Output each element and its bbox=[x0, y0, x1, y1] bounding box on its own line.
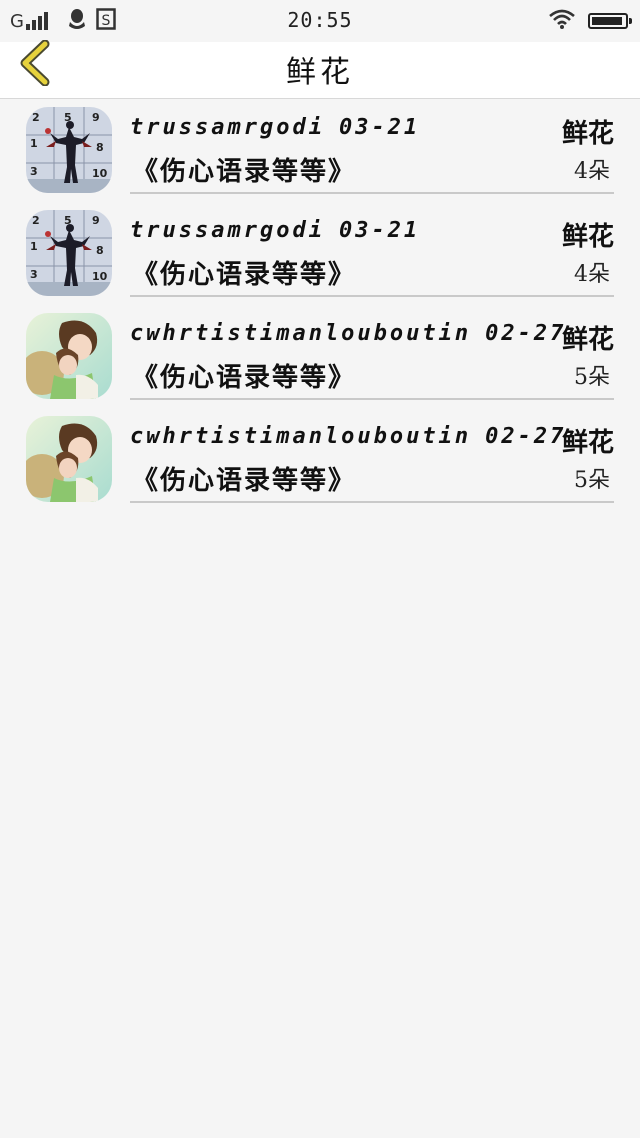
anime-couple-avatar[interactable] bbox=[26, 313, 112, 399]
page-title: 鲜花 bbox=[286, 55, 354, 90]
list-item[interactable]: 259 18 3 10 trussamrgodi 03-21 《伤心语录等等》 鲜花… bbox=[0, 99, 640, 202]
row-line-1: cwhrtistimanlouboutin 02-27 bbox=[130, 424, 566, 449]
basketball-player-avatar[interactable]: 259 18 3 10 bbox=[26, 107, 112, 193]
date-label: 02-27 bbox=[485, 321, 567, 346]
svg-text:10: 10 bbox=[92, 167, 108, 180]
wifi-icon bbox=[548, 8, 576, 34]
date-label: 03-21 bbox=[338, 115, 421, 140]
gift-name: 鲜花 bbox=[561, 428, 614, 458]
svg-text:2: 2 bbox=[32, 214, 40, 227]
gift-name: 鲜花 bbox=[561, 222, 614, 252]
gift-name: 鲜花 bbox=[561, 325, 614, 355]
gift-name: 鲜花 bbox=[561, 119, 614, 149]
row-content: trussamrgodi 03-21 《伤心语录等等》 鲜花 4朵 bbox=[130, 99, 614, 194]
basketball-player-avatar[interactable]: 259 18 3 10 bbox=[26, 210, 112, 296]
svg-text:1: 1 bbox=[30, 137, 38, 150]
list-item[interactable]: cwhrtistimanlouboutin 02-27 《伤心语录等等》 鲜花 5… bbox=[0, 408, 640, 511]
date-label: 03-21 bbox=[338, 218, 421, 243]
status-time: 20:55 bbox=[287, 8, 353, 32]
flower-list: 259 18 3 10 trussamrgodi 03-21 《伤心语录等等》 鲜花… bbox=[0, 99, 640, 511]
svg-text:2: 2 bbox=[32, 111, 40, 124]
row-line-1: trussamrgodi 03-21 bbox=[130, 218, 420, 243]
list-item[interactable]: cwhrtistimanlouboutin 02-27 《伤心语录等等》 鲜花 5… bbox=[0, 305, 640, 408]
svg-text:10: 10 bbox=[92, 270, 108, 283]
svg-text:3: 3 bbox=[30, 268, 38, 281]
svg-text:9: 9 bbox=[92, 111, 100, 124]
row-line-1: trussamrgodi 03-21 bbox=[130, 115, 420, 140]
gift-count: 4朵 bbox=[574, 159, 610, 184]
book-title[interactable]: 《伤心语录等等》 bbox=[132, 460, 356, 497]
book-title[interactable]: 《伤心语录等等》 bbox=[132, 357, 356, 394]
battery-icon bbox=[588, 13, 632, 29]
book-title[interactable]: 《伤心语录等等》 bbox=[132, 151, 356, 188]
gift-count: 5朵 bbox=[574, 468, 610, 493]
row-line-1: cwhrtistimanlouboutin 02-27 bbox=[130, 321, 566, 346]
svg-text:8: 8 bbox=[96, 141, 104, 154]
svg-text:1: 1 bbox=[30, 240, 38, 253]
username[interactable]: trussamrgodi bbox=[130, 218, 325, 243]
username[interactable]: cwhrtistimanlouboutin bbox=[130, 424, 471, 449]
gift-count: 4朵 bbox=[574, 262, 610, 287]
status-right-group bbox=[548, 8, 632, 34]
app-header: 鲜花 bbox=[0, 39, 640, 99]
status-bar: G S 20:55 bbox=[0, 0, 640, 42]
username[interactable]: cwhrtistimanlouboutin bbox=[130, 321, 471, 346]
username[interactable]: trussamrgodi bbox=[130, 115, 325, 140]
row-content: trussamrgodi 03-21 《伤心语录等等》 鲜花 4朵 bbox=[130, 202, 614, 297]
book-title[interactable]: 《伤心语录等等》 bbox=[132, 254, 356, 291]
anime-couple-avatar[interactable] bbox=[26, 416, 112, 502]
row-content: cwhrtistimanlouboutin 02-27 《伤心语录等等》 鲜花 5… bbox=[130, 408, 614, 503]
list-item[interactable]: 259 18 3 10 trussamrgodi 03-21 《伤心语录等等》 鲜花… bbox=[0, 202, 640, 305]
svg-text:3: 3 bbox=[30, 165, 38, 178]
gift-count: 5朵 bbox=[574, 365, 610, 390]
svg-text:9: 9 bbox=[92, 214, 100, 227]
date-label: 02-27 bbox=[485, 424, 567, 449]
svg-text:8: 8 bbox=[96, 244, 104, 257]
row-content: cwhrtistimanlouboutin 02-27 《伤心语录等等》 鲜花 5… bbox=[130, 305, 614, 400]
